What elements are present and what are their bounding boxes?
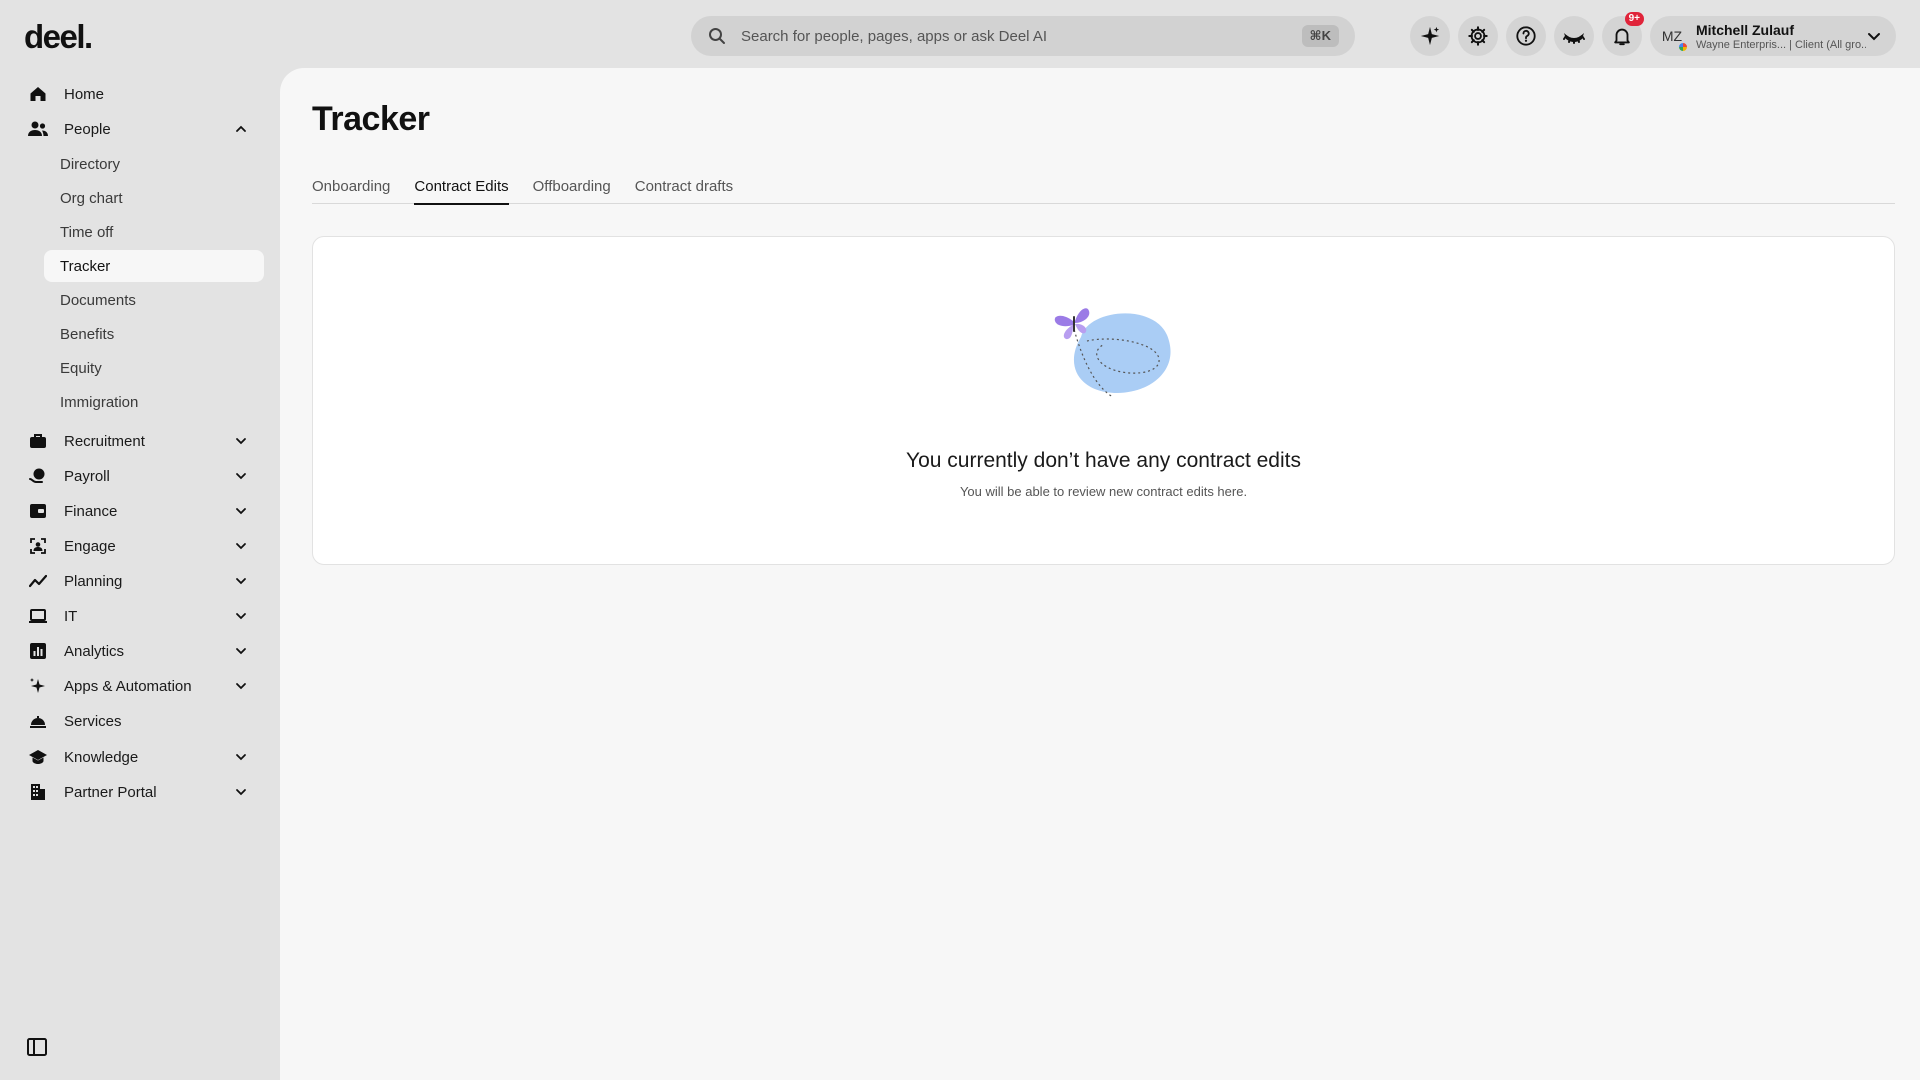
sidebar-subitem-tracker[interactable]: Tracker — [44, 250, 264, 282]
sparkle-icon — [28, 676, 48, 696]
avatar-initials: MZ — [1661, 28, 1683, 44]
privacy-mode-button[interactable] — [1554, 16, 1594, 56]
chevron-down-icon — [234, 785, 248, 799]
building-icon — [28, 782, 48, 802]
sidebar-item-analytics[interactable]: Analytics — [0, 634, 280, 668]
global-search-input[interactable]: Search for people, pages, apps or ask De… — [691, 16, 1355, 56]
chevron-down-icon — [234, 504, 248, 518]
butterfly-illustration — [1054, 308, 1171, 398]
search-icon — [707, 26, 727, 46]
chevron-up-icon — [234, 122, 248, 136]
eye-closed-icon — [1563, 33, 1585, 44]
sidebar-item-knowledge[interactable]: Knowledge — [0, 740, 280, 774]
sidebar-subitem-org-chart[interactable]: Org chart — [44, 182, 264, 214]
tab-offboarding[interactable]: Offboarding — [533, 168, 611, 204]
profile-menu[interactable]: MZ Mitchell Zulauf Wayne Enterpris... | … — [1650, 16, 1896, 56]
empty-state-card: You currently don’t have any contract ed… — [312, 236, 1895, 565]
search-shortcut: ⌘K — [1301, 25, 1339, 47]
sidebar-item-label: Recruitment — [64, 432, 145, 450]
sidebar-subitem-time-off[interactable]: Time off — [44, 216, 264, 248]
engage-icon — [28, 536, 48, 556]
sidebar-item-label: Knowledge — [64, 748, 139, 766]
sidebar-toggle-icon — [27, 1038, 47, 1056]
bar-chart-icon — [28, 641, 48, 661]
sidebar-item-label: Services — [64, 712, 122, 730]
chevron-down-icon — [234, 469, 248, 483]
sidebar-item-recruitment[interactable]: Recruitment — [0, 424, 280, 458]
gear-icon — [1468, 26, 1488, 46]
sparkle-icon — [1420, 26, 1440, 46]
home-icon — [28, 84, 48, 104]
sidebar-item-it[interactable]: IT — [0, 599, 280, 633]
tab-bar: Onboarding Contract Edits Offboarding Co… — [312, 168, 1895, 205]
briefcase-icon — [28, 431, 48, 451]
help-button[interactable] — [1506, 16, 1546, 56]
service-bell-icon — [28, 711, 48, 731]
sidebar-subitem-directory[interactable]: Directory — [44, 148, 264, 180]
tab-contract-edits[interactable]: Contract Edits — [414, 168, 509, 205]
sidebar-item-label: Planning — [64, 572, 123, 590]
tab-contract-drafts[interactable]: Contract drafts — [635, 168, 733, 204]
sidebar-item-partner-portal[interactable]: Partner Portal — [0, 775, 280, 809]
empty-state-title: You currently don’t have any contract ed… — [906, 449, 1301, 472]
sidebar-subitem-immigration[interactable]: Immigration — [44, 386, 264, 418]
sidebar-item-label: Payroll — [64, 467, 110, 485]
wallet-icon — [28, 501, 48, 521]
help-icon — [1516, 26, 1536, 46]
profile-name: Mitchell Zulauf — [1696, 21, 1794, 38]
sidebar-item-label: Apps & Automation — [64, 677, 192, 695]
tab-onboarding[interactable]: Onboarding — [312, 168, 390, 204]
sidebar-item-apps-automation[interactable]: Apps & Automation — [0, 669, 280, 703]
chevron-down-icon — [234, 434, 248, 448]
deel-logo[interactable]: deel. — [24, 18, 93, 56]
sidebar-subitem-equity[interactable]: Equity — [44, 352, 264, 384]
notifications-button[interactable]: 9+ — [1602, 12, 1644, 56]
sidebar-item-home[interactable]: Home — [0, 77, 280, 111]
sidebar-item-label: People — [64, 120, 111, 138]
main-content: Tracker Onboarding Contract Edits Offboa… — [280, 68, 1920, 1080]
profile-subtitle: Wayne Enterpris... | Client (All gro... — [1696, 38, 1866, 51]
notification-badge: 9+ — [1624, 12, 1644, 26]
chevron-down-icon — [1868, 33, 1880, 41]
payroll-icon — [28, 466, 48, 486]
sidebar-item-label: Finance — [64, 502, 118, 520]
sidebar-item-label: Engage — [64, 537, 116, 555]
chevron-down-icon — [234, 644, 248, 658]
trend-line-icon — [28, 571, 48, 591]
laptop-icon — [28, 606, 48, 626]
chevron-down-icon — [234, 609, 248, 623]
chevron-down-icon — [234, 574, 248, 588]
sidebar-subitem-documents[interactable]: Documents — [44, 284, 264, 316]
sidebar-item-label: Partner Portal — [64, 783, 157, 801]
ai-sparkle-button[interactable] — [1410, 16, 1450, 56]
avatar: MZ — [1656, 20, 1688, 52]
sidebar-item-engage[interactable]: Engage — [0, 529, 280, 563]
empty-state-subtitle: You will be able to review new contract … — [959, 484, 1248, 499]
collapse-sidebar-button[interactable] — [26, 1036, 48, 1058]
sidebar-item-label: Analytics — [64, 642, 125, 660]
sidebar-item-services[interactable]: Services — [0, 704, 280, 738]
sidebar: Home People Directory Org chart Time off… — [0, 76, 280, 810]
chevron-down-icon — [234, 750, 248, 764]
sidebar-item-people[interactable]: People — [0, 112, 280, 146]
sidebar-item-label: IT — [64, 607, 78, 625]
sidebar-subitem-benefits[interactable]: Benefits — [44, 318, 264, 350]
sidebar-item-finance[interactable]: Finance — [0, 494, 280, 528]
settings-button[interactable] — [1458, 16, 1498, 56]
bell-icon — [1614, 28, 1630, 46]
company-logo-icon — [1678, 42, 1688, 52]
sidebar-item-planning[interactable]: Planning — [0, 564, 280, 598]
chevron-down-icon — [234, 679, 248, 693]
sidebar-item-label: Home — [64, 85, 105, 103]
sidebar-item-payroll[interactable]: Payroll — [0, 459, 280, 493]
chevron-down-icon — [234, 539, 248, 553]
search-placeholder: Search for people, pages, apps or ask De… — [741, 27, 1048, 45]
page-title: Tracker — [312, 100, 430, 138]
people-icon — [28, 119, 48, 139]
graduation-cap-icon — [28, 747, 48, 767]
